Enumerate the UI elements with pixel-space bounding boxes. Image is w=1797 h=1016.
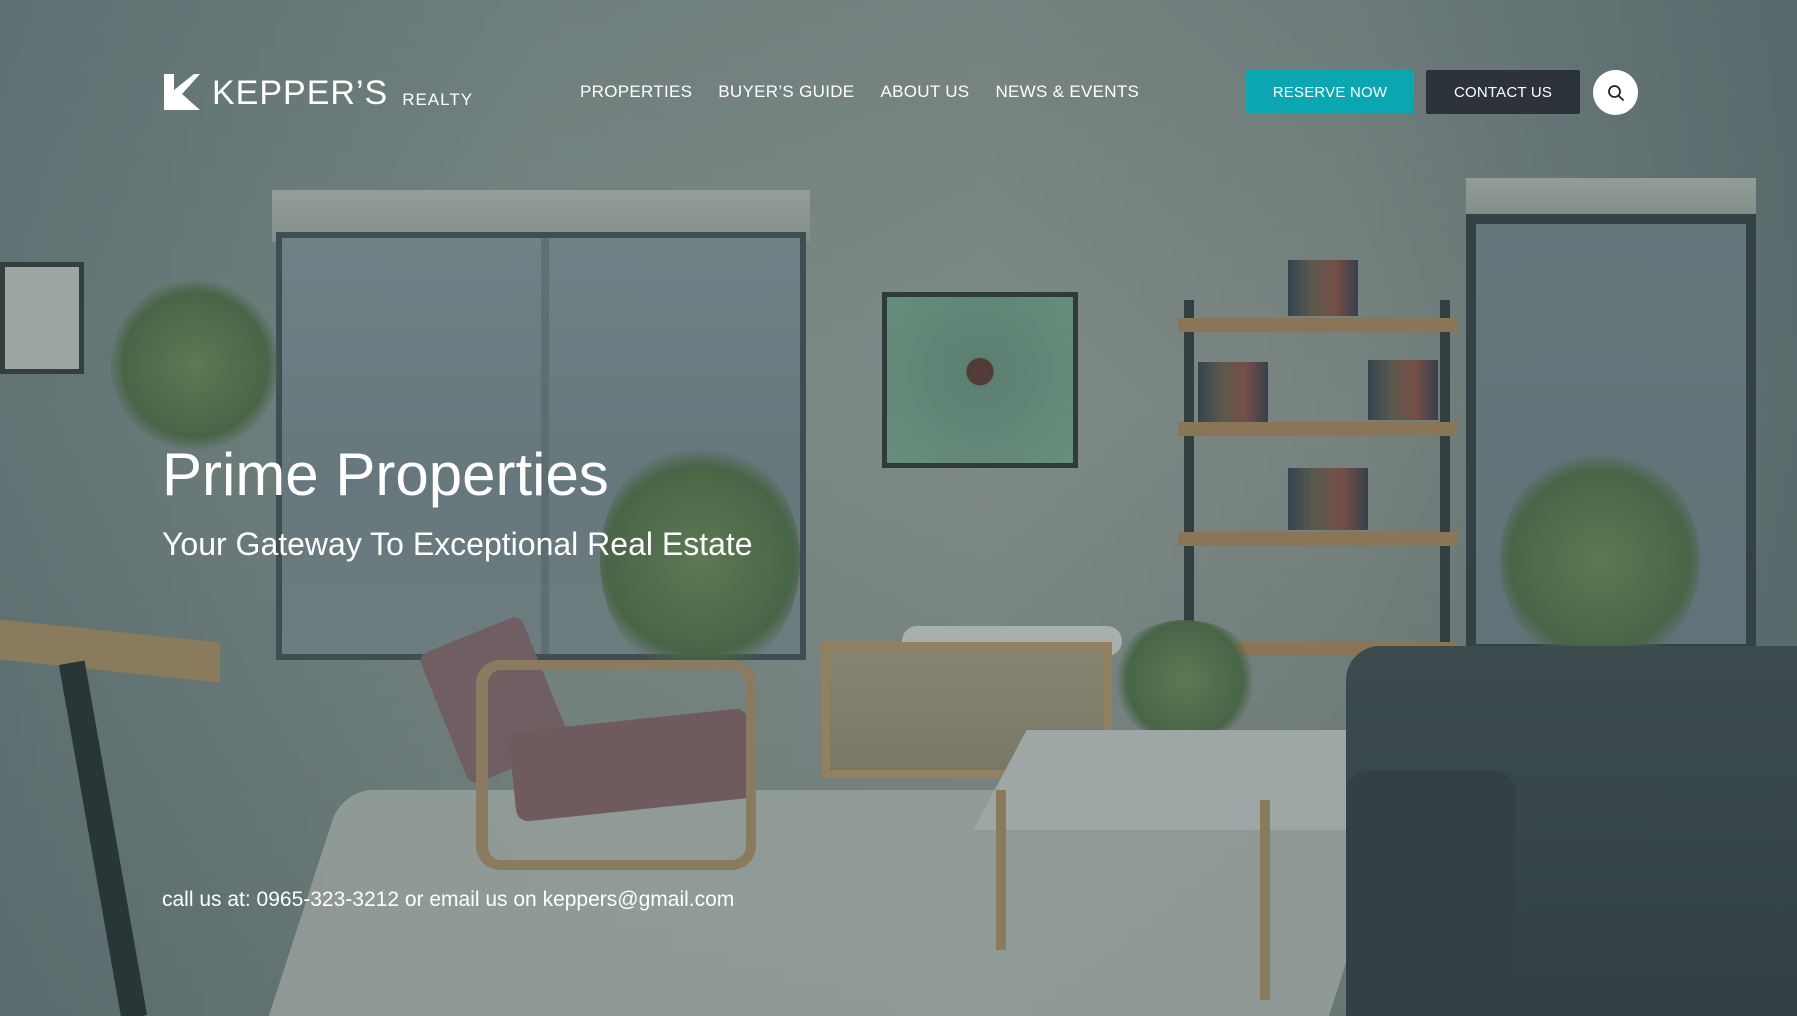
search-icon — [1607, 84, 1624, 101]
nav-item-news-events[interactable]: NEWS & EVENTS — [995, 80, 1139, 104]
brand-sub: REALTY — [402, 90, 474, 109]
contact-info: call us at: 0965-323-3212 or email us on… — [162, 888, 735, 911]
brand-name: KEPPER’S — [212, 74, 389, 112]
nav-item-about-us[interactable]: ABOUT US — [880, 80, 969, 104]
hero-subtitle: Your Gateway To Exceptional Real Estate — [162, 526, 753, 562]
reserve-now-button[interactable]: RESERVE NOW — [1246, 70, 1414, 114]
site-header: KEPPER’S REALTY PROPERTIES BUYER’S GUIDE… — [0, 0, 1797, 184]
nav-item-properties[interactable]: PROPERTIES — [580, 80, 692, 104]
brand-logo[interactable]: KEPPER’S REALTY — [162, 72, 473, 112]
nav-item-buyers-guide[interactable]: BUYER’S GUIDE — [718, 80, 854, 104]
main-nav: PROPERTIES BUYER’S GUIDE ABOUT US NEWS &… — [580, 80, 1139, 104]
search-button[interactable] — [1593, 70, 1638, 115]
contact-us-button[interactable]: CONTACT US — [1426, 70, 1580, 114]
logo-mark-icon — [164, 74, 200, 110]
hero-title: Prime Properties — [162, 441, 609, 508]
